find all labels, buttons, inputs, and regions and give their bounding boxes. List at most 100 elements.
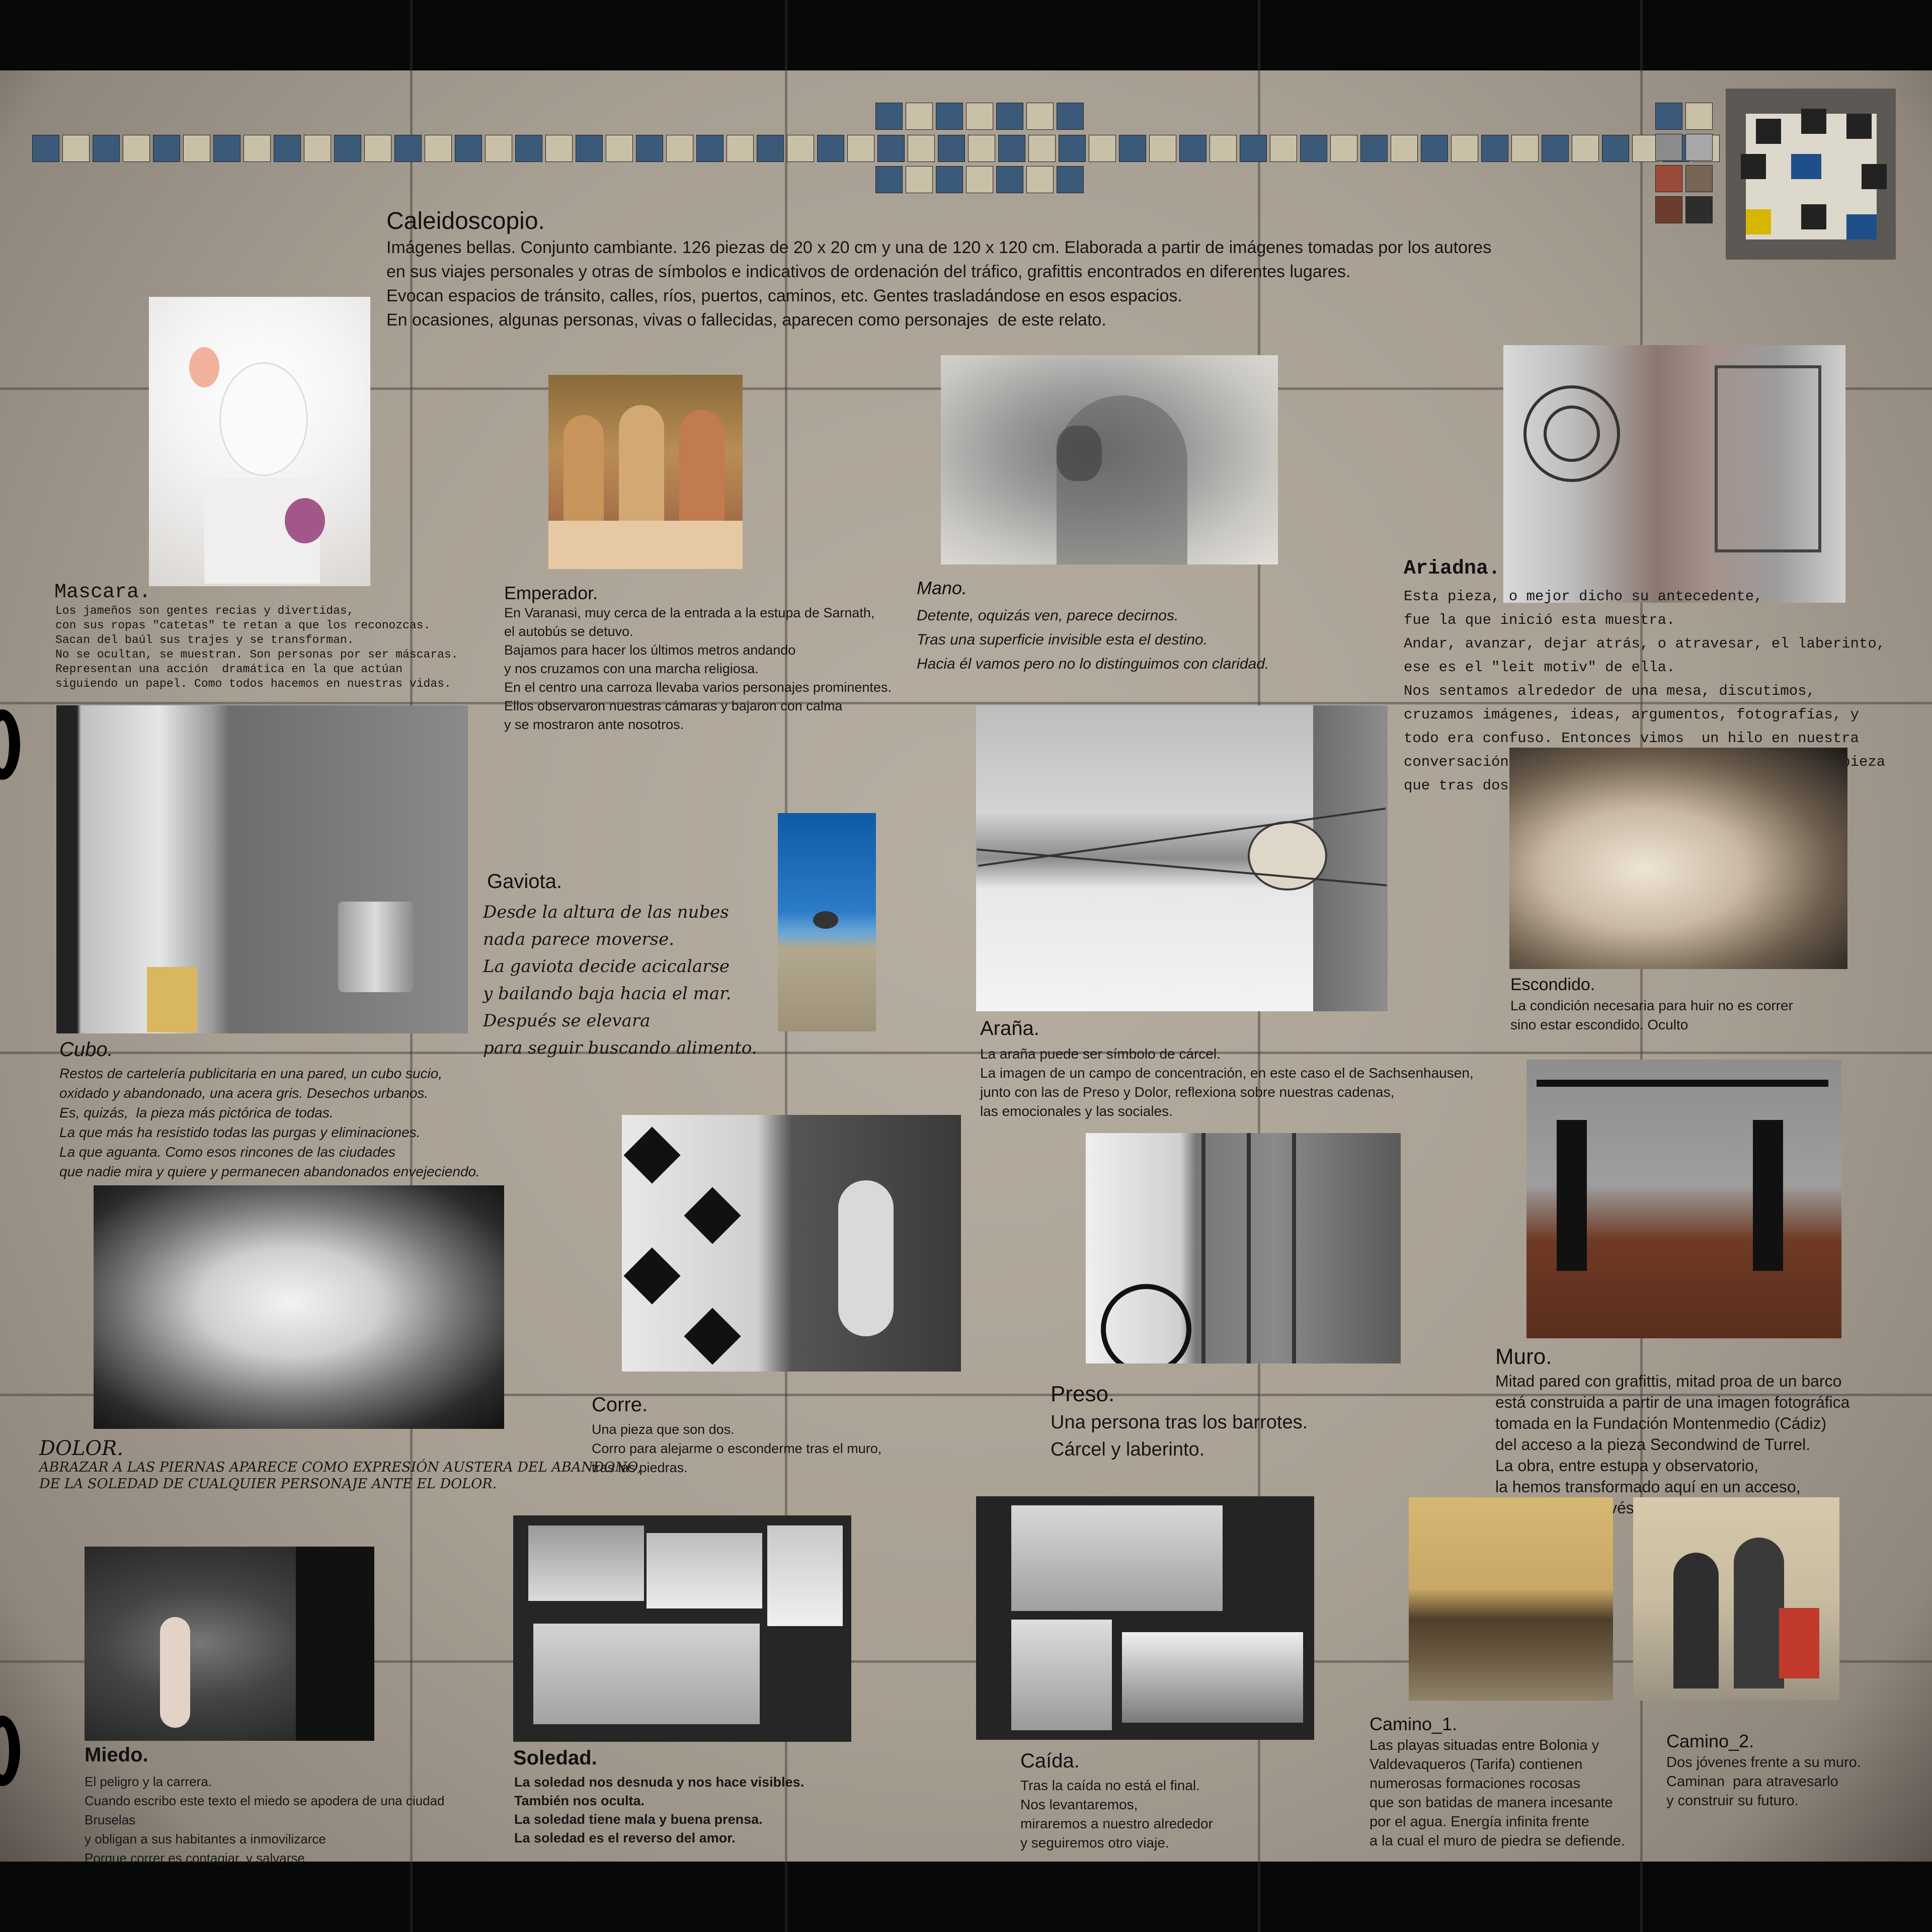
caida-text: Tras la caída no está el final. Nos leva…: [1020, 1778, 1213, 1850]
kaleidoscope-tile: [906, 166, 933, 193]
kaleidoscope-tile: [817, 135, 844, 162]
gaviota-title: Gaviota.: [487, 870, 562, 893]
kaleidoscope-tile: [1057, 103, 1084, 130]
caida-photo: [976, 1496, 1314, 1740]
soledad-photo: [513, 1515, 851, 1742]
emperador-title: Emperador.: [504, 583, 598, 603]
kaleidoscope-tile: [1026, 103, 1054, 130]
kaleidoscope-tile: [1685, 196, 1713, 223]
cubo-text: Restos de cartelería publicitaria en una…: [59, 1066, 480, 1179]
mano-photo: [941, 355, 1278, 565]
kaleidoscope-tile: [1210, 135, 1237, 162]
kaleidoscope-tile: [1119, 135, 1146, 162]
kaleidoscope-tile: [1655, 103, 1682, 130]
kaleidoscope-tile: [515, 135, 542, 162]
ariadna-photo: [1503, 345, 1845, 603]
caleidoscopio-line: en sus viajes personales y otras de símb…: [386, 262, 1351, 281]
soledad-title: Soledad.: [513, 1747, 597, 1769]
kaleidoscope-tile: [906, 103, 933, 130]
caleidoscopio-line: En ocasiones, algunas personas, vivas o …: [386, 310, 1106, 330]
mascara-photo: [149, 297, 370, 586]
kaleidoscope-tile: [1685, 103, 1713, 130]
kaleidoscope-tile: [666, 135, 693, 162]
kaleidoscope-tile: [1685, 134, 1713, 161]
kaleidoscope-tile: [966, 103, 993, 130]
arana-title: Araña.: [980, 1017, 1039, 1039]
kaleidoscope-tile: [153, 135, 180, 162]
caleidoscopio-line: Evocan espacios de tránsito, calles, río…: [386, 286, 1182, 305]
bottom-black-band: [0, 1862, 1932, 1932]
kaleidoscope-tile: [696, 135, 723, 162]
kaleidoscope-tile: [183, 135, 210, 162]
miedo-text: El peligro y la carrera. Cuando escribo …: [85, 1774, 445, 1866]
kaleidoscope-strip-top: [875, 103, 1097, 131]
kaleidoscope-tile: [877, 135, 905, 162]
camino1-photo: [1409, 1497, 1613, 1701]
kaleidoscope-tile: [787, 135, 814, 162]
camino2-text: Dos jóvenes frente a su muro. Caminan pa…: [1666, 1754, 1861, 1809]
muro-text: Mitad pared con grafittis, mitad proa de…: [1495, 1372, 1850, 1517]
kaleidoscope-tile: [123, 135, 150, 162]
kaleidoscope-tile: [968, 135, 995, 162]
kaleidoscope-tile: [1542, 135, 1569, 162]
caleidoscopio-line: Imágenes bellas. Conjunto cambiante. 126…: [386, 238, 1492, 257]
arana-photo: [976, 705, 1388, 1011]
kaleidoscope-tile: [996, 103, 1023, 130]
muro-photo: [1526, 1060, 1841, 1338]
kaleidoscope-tile: [757, 135, 784, 162]
soledad-text: La soledad nos desnuda y nos hace visibl…: [514, 1775, 804, 1845]
emperador-text: En Varanasi, muy cerca de la entrada a l…: [504, 605, 892, 732]
kaleidoscope-tile: [213, 135, 240, 162]
preso-text: Una persona tras los barrotes. Cárcel y …: [1051, 1412, 1308, 1460]
kaleidoscope-tile: [1655, 134, 1682, 161]
kaleidoscope-tile: [1057, 166, 1084, 193]
emperador-photo: [548, 375, 743, 569]
kaleidoscope-tile: [576, 135, 603, 162]
binder-hole: [0, 1716, 20, 1786]
kaleidoscope-tile: [1391, 135, 1418, 162]
gaviota-text: Desde la altura de las nubes nada parece…: [483, 902, 757, 1058]
kaleidoscope-tile: [966, 166, 993, 193]
preso-title: Preso.: [1051, 1382, 1115, 1406]
arana-text: La araña puede ser símbolo de cárcel. La…: [980, 1046, 1474, 1119]
gaviota-photo: [778, 813, 876, 1031]
kaleidoscope-tile: [875, 166, 903, 193]
miedo-title: Miedo.: [85, 1744, 148, 1766]
traffic-symbols-icon: [1741, 109, 1887, 239]
kaleidoscope-tile: [485, 135, 512, 162]
kaleidoscope-tile: [1089, 135, 1116, 162]
miedo-photo: [85, 1547, 374, 1741]
corre-photo: [622, 1115, 961, 1372]
kaleidoscope-tile: [847, 135, 874, 162]
kaleidoscope-tile: [1179, 135, 1206, 162]
kaleidoscope-tile: [425, 135, 452, 162]
kaleidoscope-tile: [304, 135, 331, 162]
kaleidoscope-tile: [455, 135, 482, 162]
kaleidoscope-tile: [636, 135, 663, 162]
kaleidoscope-tile: [545, 135, 573, 162]
escondido-text: La condición necesaria para huir no es c…: [1510, 998, 1793, 1032]
kaleidoscope-tile: [1028, 135, 1056, 162]
kaleidoscope-tile: [394, 135, 422, 162]
dolor-title: DOLOR.: [39, 1437, 124, 1460]
escondido-title: Escondido.: [1510, 975, 1595, 994]
escondido-photo: [1509, 748, 1847, 969]
poster: Caleidoscopio. Imágenes bellas. Conjunto…: [0, 0, 1932, 1932]
kaleidoscope-tile: [998, 135, 1025, 162]
kaleidoscope-tile: [93, 135, 120, 162]
dolor-photo: [94, 1185, 504, 1429]
corre-text: Una pieza que son dos. Corro para alejar…: [592, 1422, 882, 1475]
kaleidoscope-tile: [727, 135, 754, 162]
kaleidoscope-strip: [32, 135, 1733, 163]
kaleidoscope-tile: [1685, 165, 1713, 192]
kaleidoscope-tile: [1655, 196, 1682, 223]
preso-photo: [1086, 1133, 1401, 1363]
kaleidoscope-tile: [1481, 135, 1508, 162]
kaleidoscope-strip-right: [1655, 103, 1721, 228]
kaleidoscope-tile: [1240, 135, 1267, 162]
kaleidoscope-tile: [1360, 135, 1388, 162]
caleidoscopio-title: Caleidoscopio.: [386, 208, 545, 234]
camino2-photo: [1633, 1497, 1839, 1701]
mano-text: Detente, oquizás ven, parece decirnos. T…: [917, 607, 1269, 672]
kaleidoscope-tile: [244, 135, 271, 162]
